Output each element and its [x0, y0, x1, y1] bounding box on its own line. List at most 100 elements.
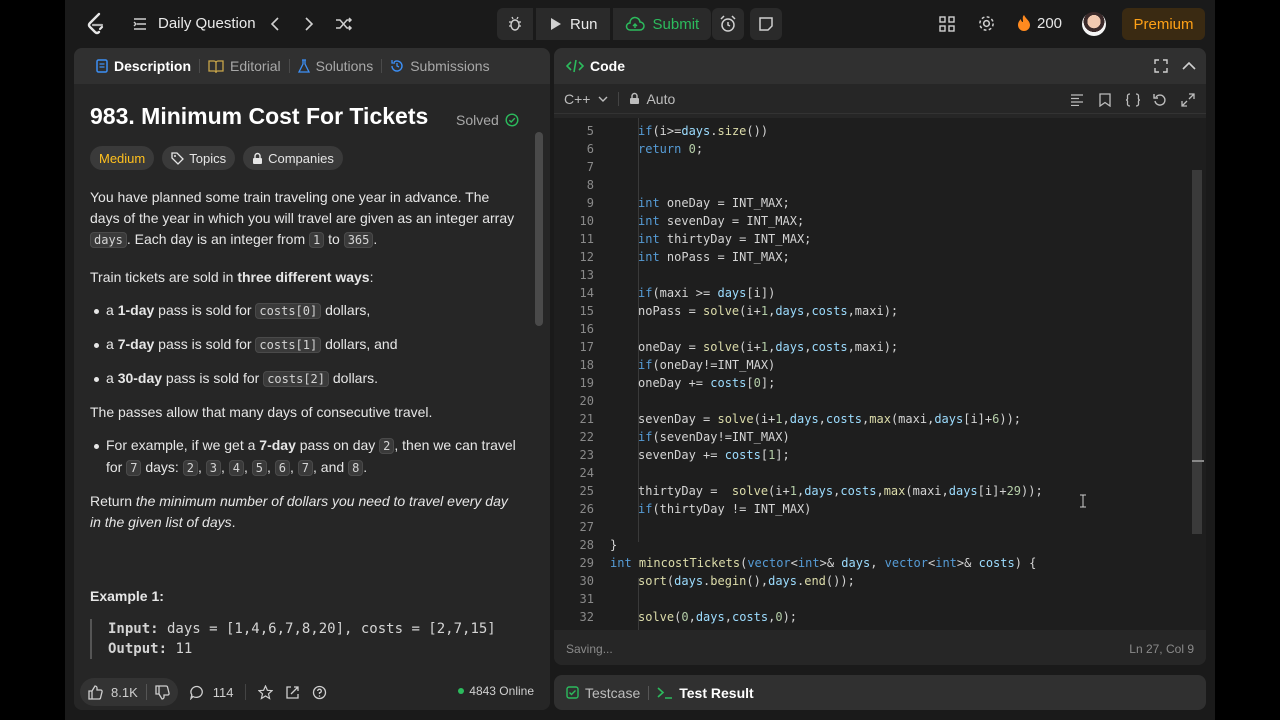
code-line[interactable]: 21 sevenDay = solve(i+1,days,costs,max(ma… — [554, 410, 1194, 428]
daily-question-label[interactable]: Daily Question — [158, 15, 256, 32]
streak-count: 200 — [1037, 14, 1063, 32]
debug-button[interactable] — [497, 8, 533, 40]
code-line[interactable]: 8 — [554, 176, 1194, 194]
code-line[interactable]: 10 int sevenDay = INT_MAX; — [554, 212, 1194, 230]
star-icon[interactable] — [258, 684, 274, 700]
timer-button[interactable] — [712, 8, 744, 40]
thumbs-down-icon[interactable] — [155, 684, 170, 700]
topics-chip[interactable]: Topics — [162, 146, 236, 170]
code-line[interactable]: 30 sort(days.begin(),days.end()); — [554, 572, 1194, 590]
code-line[interactable]: 31 — [554, 590, 1194, 608]
code-line[interactable]: 7 — [554, 158, 1194, 176]
chevron-left-icon[interactable] — [270, 16, 280, 32]
expand-icon[interactable] — [1181, 93, 1195, 107]
avatar[interactable] — [1082, 12, 1106, 36]
submit-label: Submit — [652, 15, 700, 33]
layout-grid-icon[interactable] — [939, 16, 955, 32]
leetcode-logo-icon[interactable] — [85, 12, 107, 36]
code-line[interactable]: 25 thirtyDay = solve(i+1,days,costs,max(m… — [554, 482, 1194, 500]
code-line[interactable]: 16 — [554, 320, 1194, 338]
companies-chip[interactable]: Companies — [243, 146, 343, 170]
inline-code: 365 — [343, 232, 374, 248]
cloud-upload-icon — [625, 16, 645, 31]
tab-testcase[interactable]: Testcase — [566, 685, 640, 701]
reset-icon[interactable] — [1153, 93, 1167, 107]
comment-icon[interactable] — [189, 685, 205, 700]
code-line[interactable]: 22 if(sevenDay!=INT_MAX) — [554, 428, 1194, 446]
code-line[interactable]: 26 if(thirtyDay != INT_MAX) — [554, 500, 1194, 518]
chevron-right-icon[interactable] — [304, 16, 314, 32]
chevron-up-icon[interactable] — [1182, 61, 1196, 71]
bookmark-icon[interactable] — [1099, 93, 1111, 107]
code-line[interactable]: 18 if(oneDay!=INT_MAX) — [554, 356, 1194, 374]
tab-test-result[interactable]: Test Result — [657, 685, 754, 701]
code-line[interactable]: 23 sevenDay += costs[1]; — [554, 446, 1194, 464]
code-line[interactable]: 19 oneDay += costs[0]; — [554, 374, 1194, 392]
inline-code: costs[2] — [263, 371, 329, 387]
paragraph-intro: You have planned some train traveling on… — [90, 187, 520, 251]
notes-button[interactable] — [750, 8, 782, 40]
text: Train tickets are sold in — [90, 269, 238, 285]
format-icon[interactable] — [1070, 94, 1084, 106]
auto-mode[interactable]: Auto — [629, 91, 675, 107]
code-line[interactable]: 6 return 0; — [554, 140, 1194, 158]
left-footer: 8.1K 114 4843 Online — [74, 674, 550, 710]
run-button[interactable]: Run — [536, 8, 610, 40]
problem-title[interactable]: 983. Minimum Cost For Tickets — [90, 100, 520, 132]
code-editor[interactable]: 5 if(i>=days.size()) 6 return 0; 7 8 9 int oneD… — [554, 118, 1206, 630]
code-line[interactable]: 11 int thirtyDay = INT_MAX; — [554, 230, 1194, 248]
code-text: sevenDay += costs[1]; — [638, 448, 790, 462]
code-line[interactable]: 20 — [554, 392, 1194, 410]
code-line[interactable]: 24 — [554, 464, 1194, 482]
text: You have planned some train traveling on… — [90, 189, 515, 226]
code-text: if(sevenDay!=INT_MAX) — [638, 430, 790, 444]
code-line[interactable]: 12 int noPass = INT_MAX; — [554, 248, 1194, 266]
code-text: oneDay += costs[0]; — [638, 376, 776, 390]
tab-solutions[interactable]: Solutions — [290, 58, 382, 74]
streak-counter[interactable]: 200 — [1017, 14, 1062, 32]
like-count: 8.1K — [111, 684, 138, 700]
share-icon[interactable] — [285, 685, 300, 700]
tab-description[interactable]: Description — [88, 58, 199, 74]
text: For example, if we get a — [106, 437, 260, 453]
braces-icon[interactable] — [1125, 93, 1141, 107]
code-line[interactable]: 27 — [554, 518, 1194, 536]
code-header: Code — [554, 48, 1206, 84]
tab-label: Solutions — [315, 58, 374, 74]
gear-icon[interactable] — [977, 14, 996, 33]
comment-count[interactable]: 114 — [213, 685, 234, 700]
code-line[interactable]: 5 if(i>=days.size()) — [554, 122, 1194, 140]
code-line[interactable]: 15 noPass = solve(i+1,days,costs,maxi); — [554, 302, 1194, 320]
code-line[interactable]: 17 oneDay = solve(i+1,days,costs,maxi); — [554, 338, 1194, 356]
alarm-clock-icon — [720, 15, 736, 32]
problem-list-icon[interactable] — [133, 17, 147, 31]
code-line[interactable]: 28} — [554, 536, 1194, 554]
code-text: if(oneDay!=INT_MAX) — [638, 358, 776, 372]
submit-button[interactable]: Submit — [612, 8, 712, 40]
left-scrollbar[interactable] — [535, 132, 543, 326]
editor-status-bar: Saving... Ln 27, Col 9 — [554, 633, 1206, 665]
divider — [245, 684, 247, 700]
code-text: } — [610, 538, 618, 552]
code-line[interactable]: 29 int mincostTickets(vector<int>& days, … — [554, 554, 1194, 572]
online-count: 4843 Online — [469, 684, 534, 698]
code-toolbar: C++ Auto — [554, 84, 1206, 114]
tab-editorial[interactable]: Editorial — [200, 58, 289, 74]
code-text: return 0; — [638, 142, 704, 156]
help-icon[interactable] — [312, 685, 327, 700]
premium-button[interactable]: Premium — [1122, 8, 1205, 40]
code-text: int thirtyDay = INT_MAX; — [638, 232, 812, 246]
code-line[interactable]: 32 solve(0,days,costs,0); — [554, 608, 1194, 626]
code-line[interactable]: 14 if(maxi >= days[i]) — [554, 284, 1194, 302]
code-line[interactable]: 13 — [554, 266, 1194, 284]
checkbox-icon — [566, 686, 579, 699]
language-select[interactable]: C++ — [564, 91, 608, 107]
test-tab-bar: Testcase Test Result — [554, 675, 1206, 710]
code-line[interactable]: 9 int oneDay = INT_MAX; — [554, 194, 1194, 212]
shuffle-icon[interactable] — [335, 16, 353, 32]
thumbs-up-icon[interactable] — [88, 684, 103, 700]
tab-submissions[interactable]: Submissions — [382, 58, 497, 74]
fullscreen-icon[interactable] — [1154, 59, 1168, 73]
test-panel: Testcase Test Result — [554, 675, 1206, 710]
text: a — [106, 336, 118, 352]
